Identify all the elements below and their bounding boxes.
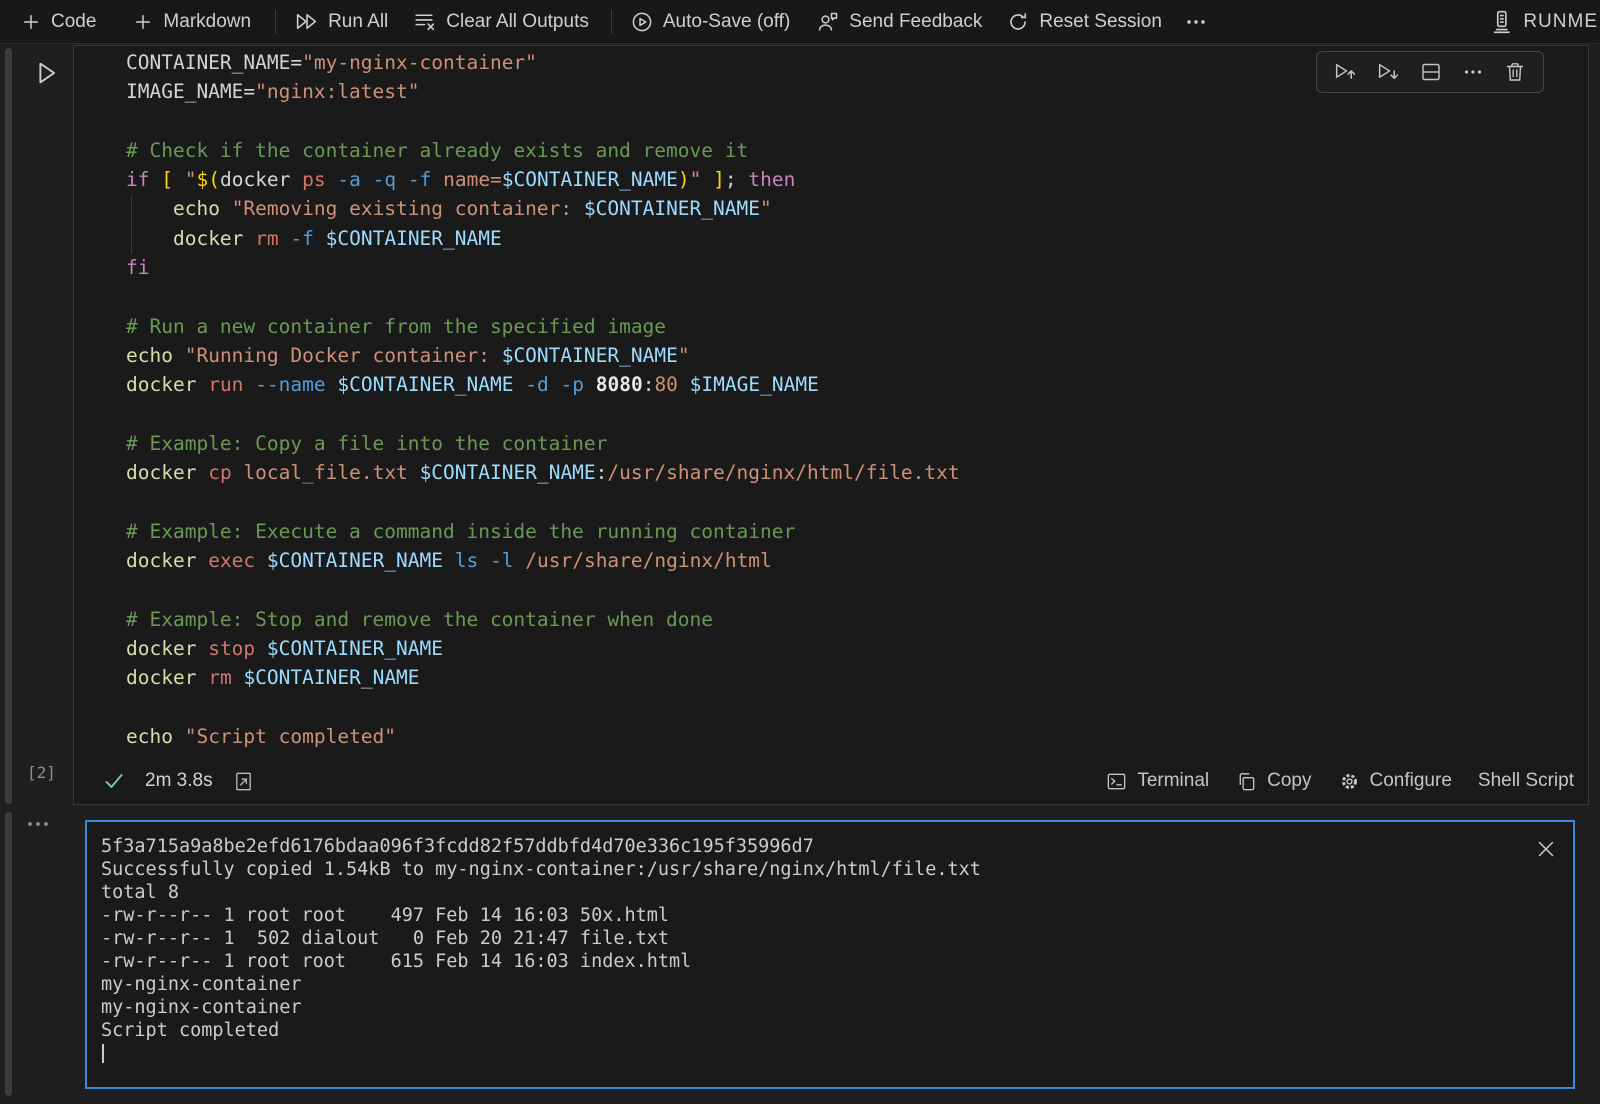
execution-count: [2]: [27, 761, 56, 785]
copy-icon: [1235, 770, 1258, 793]
cell-status-bar: 2m 3.8s Terminal Copy Configure Shell Sc…: [74, 758, 1588, 804]
code-line[interactable]: echo "Running Docker container: $CONTAIN…: [126, 341, 1586, 370]
runme-brand[interactable]: RUNME: [1488, 9, 1598, 35]
status-right: Terminal Copy Configure Shell Script: [1105, 770, 1574, 793]
code-line[interactable]: docker cp local_file.txt $CONTAINER_NAME…: [126, 458, 1586, 487]
status-left: 2m 3.8s: [102, 769, 255, 793]
code-line[interactable]: # Example: Execute a command inside the …: [126, 517, 1586, 546]
notebook-toolbar: Code Markdown Run All Clear All Outputs …: [0, 0, 1600, 44]
code-line[interactable]: # Check if the container already exists …: [126, 136, 1586, 165]
output-line: Script completed: [101, 1019, 1533, 1042]
output-line: my-nginx-container: [101, 996, 1533, 1019]
clear-all-outputs-label: Clear All Outputs: [446, 11, 589, 33]
language-label: Shell Script: [1478, 770, 1574, 792]
terminal-button[interactable]: Terminal: [1105, 770, 1209, 793]
execute-above-icon[interactable]: [1333, 60, 1358, 85]
output-terminal[interactable]: 5f3a715a9a8be2efd6176bdaa096f3fcdd82f57d…: [85, 820, 1575, 1089]
output-line: 5f3a715a9a8be2efd6176bdaa096f3fcdd82f57d…: [101, 835, 1533, 858]
cell-focus-bar: [5, 48, 12, 804]
toolbar-separator: [275, 10, 276, 34]
code-line[interactable]: [126, 282, 1586, 311]
terminal-icon: [1105, 770, 1128, 793]
indent-guide: [131, 196, 132, 254]
plus-icon: [132, 11, 154, 33]
execution-duration: 2m 3.8s: [145, 770, 213, 792]
auto-save-label: Auto-Save (off): [663, 11, 790, 33]
output-line: -rw-r--r-- 1 root root 615 Feb 14 16:03 …: [101, 950, 1533, 973]
kebab-dots-icon: [25, 812, 51, 836]
close-icon: [1534, 837, 1558, 861]
run-cell-button[interactable]: [31, 58, 61, 88]
gear-icon: [1338, 770, 1361, 793]
notebook-window: Code Markdown Run All Clear All Outputs …: [0, 0, 1600, 1104]
copy-label: Copy: [1267, 770, 1311, 792]
run-all-icon: [294, 9, 319, 34]
code-line[interactable]: echo "Removing existing container: $CONT…: [126, 194, 1586, 223]
code-cell: CONTAINER_NAME="my-nginx-container"IMAGE…: [73, 45, 1589, 805]
output-menu-button[interactable]: [25, 812, 51, 836]
output-close-button[interactable]: [1533, 836, 1559, 862]
code-line[interactable]: [126, 693, 1586, 722]
code-line[interactable]: [126, 107, 1586, 136]
terminal-label: Terminal: [1137, 770, 1209, 792]
send-feedback-button[interactable]: Send Feedback: [816, 10, 982, 34]
cell-toolbar: [1316, 51, 1544, 93]
reset-session-icon: [1006, 10, 1030, 34]
code-line[interactable]: echo "Script completed": [126, 722, 1586, 751]
code-line[interactable]: docker run --name $CONTAINER_NAME -d -p …: [126, 370, 1586, 399]
add-markdown-button[interactable]: Markdown: [132, 11, 251, 33]
more-icon: [1184, 10, 1208, 34]
output-focus-bar: [5, 812, 12, 1096]
add-markdown-label: Markdown: [163, 11, 251, 33]
code-line[interactable]: [126, 575, 1586, 604]
more-actions-icon[interactable]: [1461, 60, 1485, 84]
success-check-icon: [102, 769, 126, 793]
output-line: my-nginx-container: [101, 973, 1533, 996]
code-line[interactable]: docker exec $CONTAINER_NAME ls -l /usr/s…: [126, 546, 1586, 575]
run-all-button[interactable]: Run All: [294, 9, 388, 34]
output-line: -rw-r--r-- 1 502 dialout 0 Feb 20 21:47 …: [101, 927, 1533, 950]
output-line: total 8: [101, 881, 1533, 904]
send-feedback-icon: [816, 10, 840, 34]
code-line[interactable]: [126, 400, 1586, 429]
runme-brand-label: RUNME: [1523, 11, 1598, 33]
send-feedback-label: Send Feedback: [849, 11, 982, 33]
code-line[interactable]: docker stop $CONTAINER_NAME: [126, 634, 1586, 663]
output-lines: 5f3a715a9a8be2efd6176bdaa096f3fcdd82f57d…: [101, 835, 1533, 1042]
code-line[interactable]: # Example: Copy a file into the containe…: [126, 429, 1586, 458]
reset-session-button[interactable]: Reset Session: [1006, 10, 1162, 34]
open-output-file-icon[interactable]: [232, 770, 255, 793]
run-all-label: Run All: [328, 11, 388, 33]
split-cell-icon[interactable]: [1419, 60, 1443, 84]
code-line[interactable]: docker rm $CONTAINER_NAME: [126, 663, 1586, 692]
configure-button[interactable]: Configure: [1338, 770, 1452, 793]
add-code-button[interactable]: Code: [20, 11, 96, 33]
clear-outputs-icon: [412, 9, 437, 34]
toolbar-more-button[interactable]: [1184, 10, 1208, 34]
plus-icon: [20, 11, 42, 33]
code-lines[interactable]: CONTAINER_NAME="my-nginx-container"IMAGE…: [126, 48, 1586, 751]
auto-save-toggle[interactable]: Auto-Save (off): [630, 10, 790, 34]
reset-session-label: Reset Session: [1039, 11, 1162, 33]
terminal-cursor: [102, 1044, 104, 1063]
code-line[interactable]: [126, 487, 1586, 516]
clear-all-outputs-button[interactable]: Clear All Outputs: [412, 9, 589, 34]
execute-below-icon[interactable]: [1376, 60, 1401, 85]
add-code-label: Code: [51, 11, 96, 33]
toolbar-separator: [611, 10, 612, 34]
code-line[interactable]: # Run a new container from the specified…: [126, 312, 1586, 341]
code-line[interactable]: docker rm -f $CONTAINER_NAME: [126, 224, 1586, 253]
code-line[interactable]: fi: [126, 253, 1586, 282]
code-line[interactable]: # Example: Stop and remove the container…: [126, 605, 1586, 634]
code-line[interactable]: if [ "$(docker ps -a -q -f name=$CONTAIN…: [126, 165, 1586, 194]
output-line: Successfully copied 1.54kB to my-nginx-c…: [101, 858, 1533, 881]
auto-save-icon: [630, 10, 654, 34]
play-icon: [31, 58, 61, 88]
copy-button[interactable]: Copy: [1235, 770, 1311, 793]
configure-label: Configure: [1370, 770, 1452, 792]
language-picker[interactable]: Shell Script: [1478, 770, 1574, 792]
delete-cell-icon[interactable]: [1503, 60, 1527, 84]
output-line: -rw-r--r-- 1 root root 497 Feb 14 16:03 …: [101, 904, 1533, 927]
runme-logo-icon: [1488, 9, 1514, 35]
